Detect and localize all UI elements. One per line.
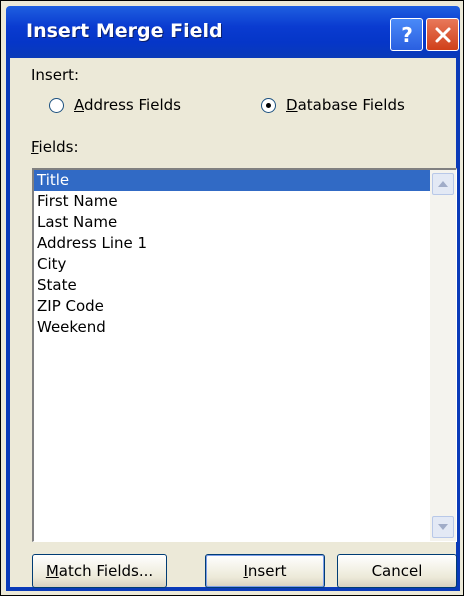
match-fields-label: Match Fields...: [45, 562, 154, 580]
radio-button-unchecked[interactable]: [49, 97, 64, 113]
radio-button-checked[interactable]: [261, 97, 276, 113]
list-item-first-name[interactable]: First Name: [34, 191, 431, 212]
title-bar[interactable]: Insert Merge Field ?: [6, 6, 460, 58]
svg-text:?: ?: [401, 24, 413, 46]
close-x-icon: [435, 27, 450, 42]
list-item-last-name[interactable]: Last Name: [34, 212, 431, 233]
list-item-weekend[interactable]: Weekend: [34, 317, 431, 338]
fields-listbox[interactable]: Title First Name Last Name Address Line …: [32, 168, 457, 542]
fields-label: Fields:: [31, 138, 79, 156]
list-item-address-line-1[interactable]: Address Line 1: [34, 233, 431, 254]
list-item-city[interactable]: City: [34, 254, 431, 275]
insert-button-label: Insert: [243, 562, 287, 580]
match-fields-button[interactable]: Match Fields...: [32, 554, 167, 588]
insert-label: Insert:: [31, 66, 80, 84]
list-item-title[interactable]: Title: [34, 170, 431, 191]
database-fields-radio[interactable]: Database Fields: [261, 96, 405, 114]
insert-merge-field-dialog: Insert Merge Field ? Insert: Address Fie…: [0, 0, 464, 596]
scroll-down-button[interactable]: [432, 516, 454, 538]
dialog-title: Insert Merge Field: [26, 20, 223, 42]
cancel-button[interactable]: Cancel: [337, 554, 457, 588]
address-fields-label: Address Fields: [74, 96, 181, 114]
database-fields-label: Database Fields: [286, 96, 405, 114]
address-fields-radio[interactable]: Address Fields: [49, 96, 181, 114]
vertical-scrollbar[interactable]: [430, 170, 456, 541]
list-item-zip-code[interactable]: ZIP Code: [34, 296, 431, 317]
scroll-down-arrow-icon: [438, 524, 448, 530]
close-button[interactable]: [426, 18, 459, 51]
list-item-state[interactable]: State: [34, 275, 431, 296]
fields-list: Title First Name Last Name Address Line …: [34, 170, 431, 338]
help-button[interactable]: ?: [390, 18, 423, 51]
question-mark-icon: ?: [401, 24, 413, 46]
scroll-up-arrow-icon: [438, 181, 448, 187]
insert-button[interactable]: Insert: [205, 554, 325, 588]
scroll-up-button[interactable]: [432, 173, 454, 195]
window-frame-left: [6, 58, 10, 591]
